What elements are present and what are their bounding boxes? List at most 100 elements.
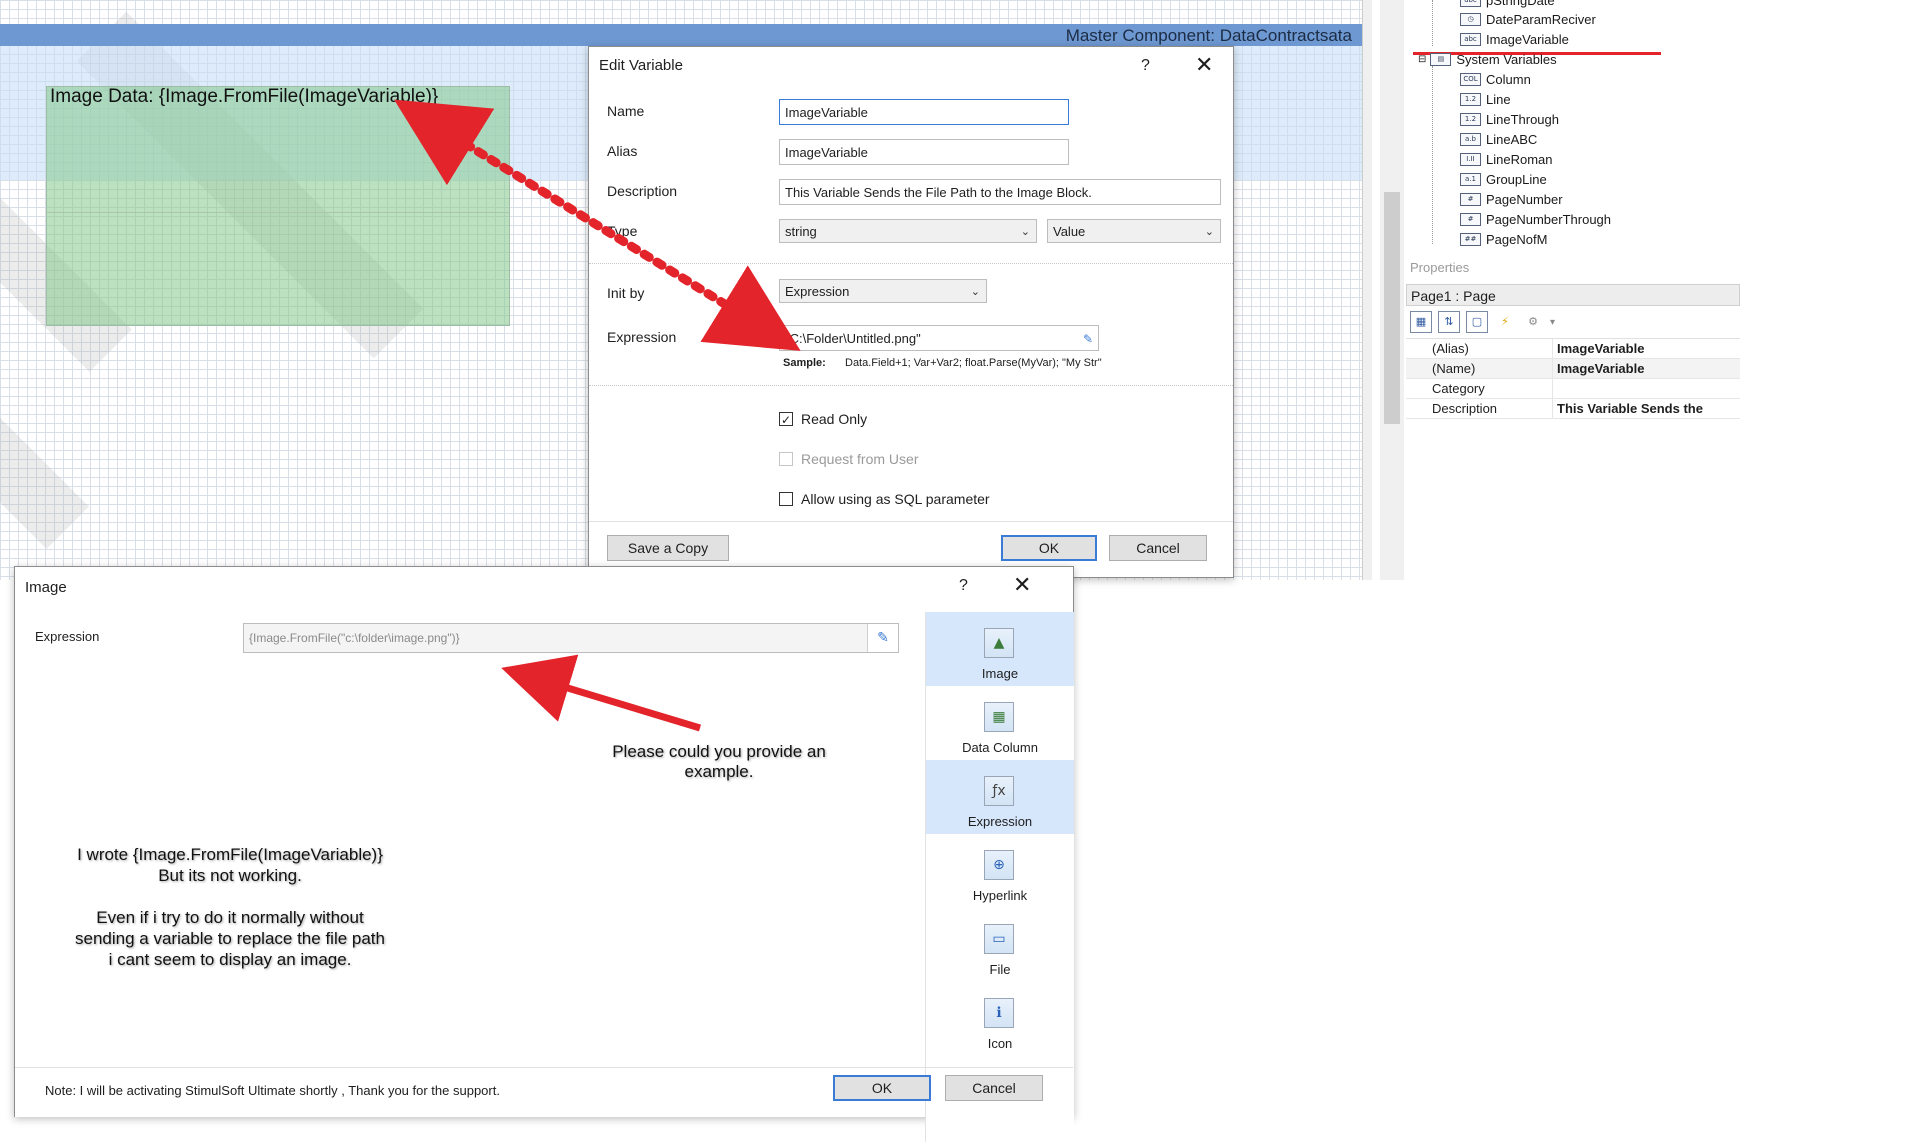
dictionary-scrollbar[interactable] [1380,0,1404,580]
icon-icon: ℹ [984,998,1014,1028]
ok-button[interactable]: OK [833,1075,931,1101]
expression-input[interactable]: "C:\Folder\Untitled.png" ✎ [779,325,1099,351]
line-abc-icon: a.b [1460,133,1481,146]
tree-item-pagenofm[interactable]: ## PageNofM [1460,232,1547,247]
annotation-line: I wrote {Image.FromFile(ImageVariable)} [77,845,383,864]
checkbox-box [779,492,793,506]
read-only-checkbox[interactable]: ✓ Read Only [779,411,867,427]
chevron-down-icon: ⌄ [970,285,980,298]
string-variable-icon: abc [1460,33,1481,46]
init-by-select-value: Expression [785,284,850,299]
source-image[interactable]: ▲ Image [926,612,1074,686]
name-label: Name [607,103,645,119]
clock-icon: ◷ [1460,13,1481,26]
tree-item-dateparamreciver[interactable]: ◷ DateParamReciver [1460,12,1596,27]
tree-item-label: LineABC [1486,132,1538,147]
alias-input[interactable]: ImageVariable [779,139,1069,165]
properties-grid: (Alias) ImageVariable (Name) ImageVariab… [1406,338,1740,419]
property-value[interactable]: ImageVariable [1552,359,1740,378]
property-row[interactable]: Category [1406,379,1740,399]
property-name: Description [1432,401,1498,416]
page-number-icon: # [1460,193,1481,206]
type-select[interactable]: string ⌄ [779,219,1037,243]
source-icon[interactable]: ℹ Icon [926,982,1074,1056]
allow-sql-parameter-checkbox[interactable]: Allow using as SQL parameter [779,491,990,507]
property-value[interactable]: This Variable Sends the [1552,399,1740,418]
events-lightning-icon[interactable]: ⚡ [1494,311,1516,333]
source-data-column[interactable]: ▦ Data Column [926,686,1074,760]
checkbox-label: Read Only [801,411,868,427]
close-icon[interactable]: ✕ [1195,55,1213,77]
property-row[interactable]: (Alias) ImageVariable [1406,339,1740,359]
description-input[interactable]: This Variable Sends the File Path to the… [779,179,1221,205]
page-number-icon: # [1460,213,1481,226]
save-a-copy-button[interactable]: Save a Copy [607,535,729,561]
collapse-toggle-icon[interactable]: ⊟ [1418,54,1426,65]
source-label: Expression [967,814,1033,829]
property-row[interactable]: Description This Variable Sends the [1406,399,1740,419]
chevron-down-icon[interactable]: ▾ [1550,317,1555,328]
close-icon[interactable]: ✕ [1013,575,1031,597]
tree-item-lineabc[interactable]: a.b LineABC [1460,132,1537,147]
categorized-icon[interactable]: ▦ [1410,311,1432,333]
help-icon[interactable]: ? [959,577,968,595]
ok-button[interactable]: OK [1001,535,1097,561]
image-expression-input[interactable]: {Image.FromFile("c:\folder\image.png")} … [243,623,899,653]
pencil-edit-icon[interactable]: ✎ [867,624,898,652]
alias-label: Alias [607,143,638,159]
property-row[interactable]: (Name) ImageVariable [1406,359,1740,379]
init-by-label: Init by [607,285,645,301]
annotation-line: i cant seem to display an image. [108,950,352,969]
tree-item-column[interactable]: COL Column [1460,72,1531,87]
scrollbar-thumb[interactable] [1384,192,1400,424]
type-label: Type [607,223,638,239]
expression-label: Expression [607,329,677,345]
tree-item-groupline[interactable]: a.1 GroupLine [1460,172,1547,187]
request-from-user-checkbox[interactable]: Request from User [779,451,918,467]
properties-view-icon[interactable]: ▢ [1466,311,1488,333]
annotation-text: Please could you provide an example. [612,742,826,781]
property-value[interactable]: ImageVariable [1552,339,1740,358]
expression-label: Expression [35,629,100,644]
cancel-button[interactable]: Cancel [1109,535,1207,561]
line-roman-icon: I.II [1460,153,1481,166]
tree-item-label: PageNumberThrough [1486,212,1612,227]
properties-object-selector[interactable]: Page1 : Page [1406,284,1740,306]
tree-group-system-variables[interactable]: ⊟ ▤ System Variables [1418,52,1557,67]
master-band-header[interactable]: Master Component: DataContractsata [0,24,1362,46]
page-n-of-m-icon: ## [1460,233,1481,246]
name-input[interactable]: ImageVariable [779,99,1069,125]
annotation-line: Even if i try to do it normally without [96,908,364,927]
tree-item-label: Line [1486,92,1511,107]
help-icon[interactable]: ? [1141,57,1150,75]
image-component[interactable] [46,86,510,326]
tree-item-pagenumber[interactable]: # PageNumber [1460,192,1563,207]
source-file[interactable]: ▭ File [926,908,1074,982]
tree-item-pagenumberthrough[interactable]: # PageNumberThrough [1460,212,1611,227]
sort-alpha-icon[interactable]: ⇅ [1438,311,1460,333]
source-hyperlink[interactable]: ⊕ Hyperlink [926,834,1074,908]
image-dialog: Image ? ✕ Expression {Image.FromFile("c:… [14,566,1074,1142]
cancel-button[interactable]: Cancel [945,1075,1043,1101]
properties-toolbar: ▦ ⇅ ▢ ⚡ ⚙ ▾ [1406,308,1740,336]
property-value[interactable] [1552,379,1740,398]
tree-item-label: pStringDate [1486,0,1555,8]
source-expression[interactable]: ƒx Expression [926,760,1074,834]
image-data-text[interactable]: Image Data: {Image.FromFile(ImageVariabl… [50,86,438,108]
tree-item-line[interactable]: 1.2 Line [1460,92,1511,107]
section-divider [589,263,1233,265]
group-line-icon: a.1 [1460,173,1481,186]
tree-item-pstringdate[interactable]: abc pStringDate [1460,0,1555,8]
tree-item-linethrough[interactable]: 1.2 LineThrough [1460,112,1559,127]
annotation-request: Please could you provide an example. [594,742,844,782]
settings-gear-icon[interactable]: ⚙ [1522,311,1544,333]
tree-item-lineroman[interactable]: I.II LineRoman [1460,152,1553,167]
init-by-select[interactable]: Expression ⌄ [779,279,987,303]
trial-watermark [0,351,89,549]
chevron-down-icon: ⌄ [1204,225,1214,238]
tree-group-label: System Variables [1456,52,1557,67]
pencil-edit-icon[interactable]: ✎ [1083,326,1093,350]
tree-item-label: Column [1486,72,1531,87]
kind-select[interactable]: Value ⌄ [1047,219,1221,243]
tree-item-imagevariable[interactable]: abc ImageVariable [1460,32,1569,47]
